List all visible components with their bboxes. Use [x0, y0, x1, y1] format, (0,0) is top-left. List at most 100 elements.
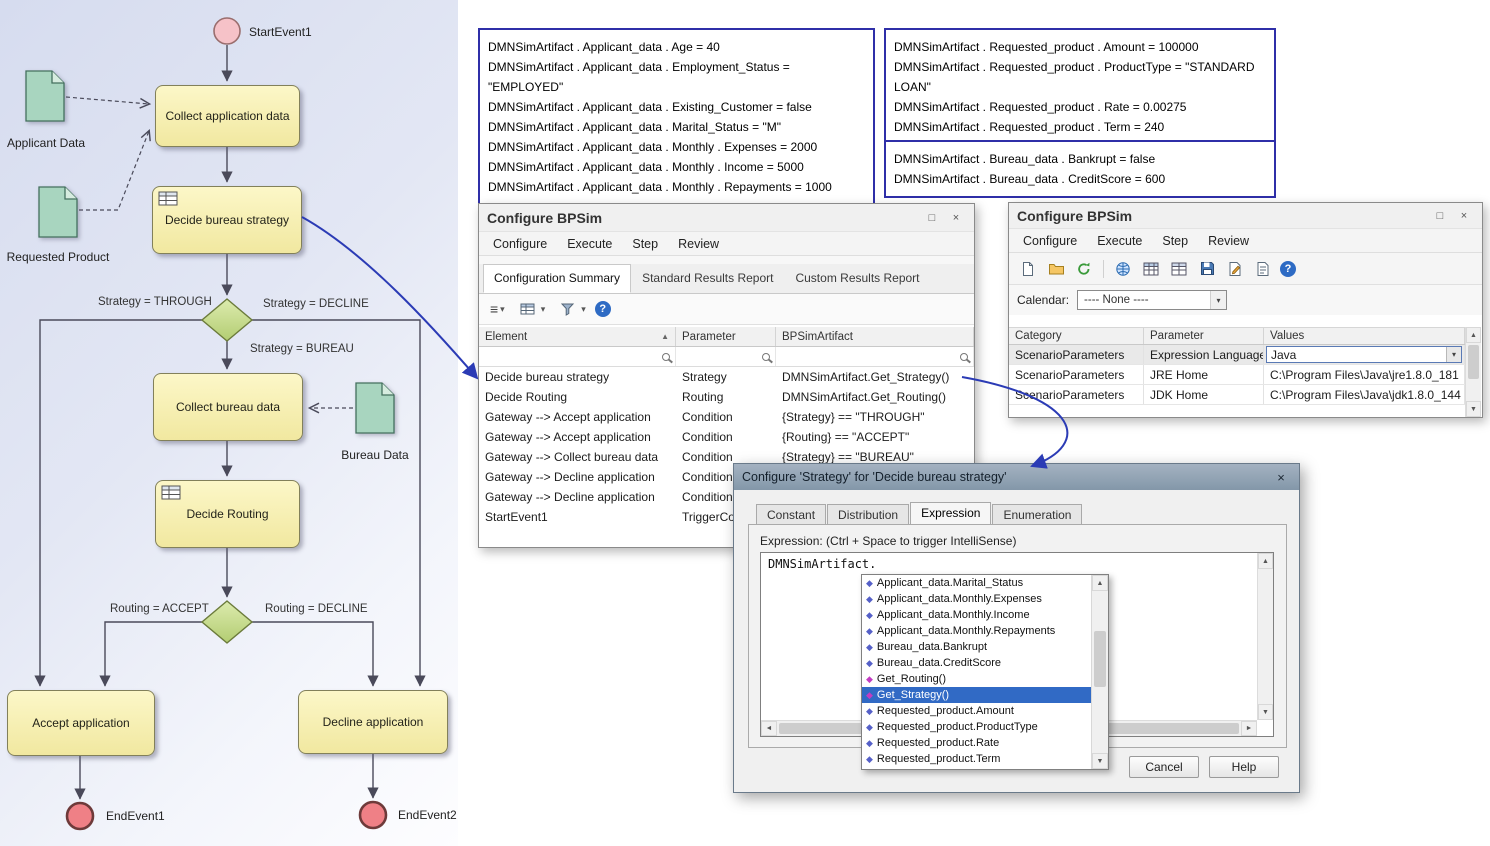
list-item[interactable]: ◆Applicant_data.Marital_Status: [862, 575, 1091, 591]
scroll-left-icon[interactable]: ◄: [761, 721, 777, 736]
filter-element[interactable]: [479, 347, 676, 366]
menu-configure[interactable]: Configure: [1013, 234, 1087, 248]
document-applicant-data[interactable]: [25, 70, 65, 127]
table-icon[interactable]: [1140, 258, 1162, 280]
menu-configure[interactable]: Configure: [483, 237, 557, 251]
export-grid-button[interactable]: ▾: [514, 296, 549, 322]
end-event-1[interactable]: [67, 803, 93, 829]
scroll-up-icon[interactable]: ▲: [1092, 575, 1108, 591]
list-options-button[interactable]: ≡ ▾: [487, 300, 508, 318]
scroll-down-icon[interactable]: ▼: [1092, 753, 1108, 769]
parameters-header: Category Parameter Values: [1009, 327, 1465, 345]
scroll-down-icon[interactable]: ▼: [1466, 401, 1481, 417]
cancel-button[interactable]: Cancel: [1129, 756, 1199, 778]
expression-language-select[interactable]: Java ▾: [1266, 346, 1462, 363]
filter-parameter[interactable]: [676, 347, 776, 366]
menu-review[interactable]: Review: [668, 237, 729, 251]
help-button[interactable]: Help: [1209, 756, 1279, 778]
scroll-right-icon[interactable]: ►: [1241, 721, 1257, 736]
close-icon[interactable]: ×: [1454, 210, 1474, 222]
edit-template-icon[interactable]: [1252, 258, 1274, 280]
edit-report-icon[interactable]: [1224, 258, 1246, 280]
requested-product-annotation: DMNSimArtifact . Requested_product . Amo…: [884, 28, 1276, 146]
task-collect-application-data[interactable]: Collect application data: [155, 85, 300, 147]
task-accept-application[interactable]: Accept application: [7, 690, 155, 756]
vertical-scrollbar[interactable]: ▲ ▼: [1465, 327, 1481, 417]
list-item[interactable]: ◆Bureau_data.Bankrupt: [862, 639, 1091, 655]
list-item[interactable]: ◆Applicant_data.Monthly.Repayments: [862, 623, 1091, 639]
table-row[interactable]: ScenarioParameters JRE Home C:\Program F…: [1009, 365, 1465, 385]
scrollbar-track[interactable]: [1092, 591, 1108, 753]
globe-icon[interactable]: [1112, 258, 1134, 280]
table-row[interactable]: ScenarioParameters Expression Language J…: [1009, 345, 1465, 365]
list-item[interactable]: ◆Requested_product.Rate: [862, 735, 1091, 751]
table-row[interactable]: Decide Routing Routing DMNSimArtifact.Ge…: [479, 387, 974, 407]
list-item[interactable]: ◆Requested_product.ProductType: [862, 719, 1091, 735]
tab-expression[interactable]: Expression: [910, 502, 991, 526]
list-item-selected[interactable]: ◆Get_Strategy(): [862, 687, 1091, 703]
document-requested-product[interactable]: [38, 186, 78, 243]
menu-execute[interactable]: Execute: [1087, 234, 1152, 248]
start-event[interactable]: [214, 18, 240, 44]
window-titlebar[interactable]: Configure BPSim □ ×: [1009, 203, 1482, 229]
close-icon[interactable]: ×: [1271, 470, 1291, 485]
scrollbar-track[interactable]: [1258, 569, 1273, 704]
window-titlebar[interactable]: Configure BPSim □ ×: [479, 204, 974, 232]
menu-step[interactable]: Step: [622, 237, 668, 251]
list-item[interactable]: ◆Applicant_data.Monthly.Income: [862, 607, 1091, 623]
document-bureau-data[interactable]: [355, 382, 395, 439]
list-item[interactable]: ◆Bureau_data.CreditScore: [862, 655, 1091, 671]
table-row[interactable]: Decide bureau strategy Strategy DMNSimAr…: [479, 367, 974, 387]
table-row[interactable]: Gateway --> Accept application Condition…: [479, 407, 974, 427]
filter-button[interactable]: ▾: [554, 296, 589, 322]
task-decide-routing[interactable]: Decide Routing: [155, 480, 300, 548]
tab-configuration-summary[interactable]: Configuration Summary: [483, 264, 631, 293]
end-event-2[interactable]: [360, 802, 386, 828]
task-decide-bureau-strategy[interactable]: Decide bureau strategy: [152, 186, 302, 254]
new-document-icon[interactable]: [1017, 258, 1039, 280]
dialog-titlebar[interactable]: Configure 'Strategy' for 'Decide bureau …: [734, 464, 1299, 490]
column-header-values[interactable]: Values: [1264, 328, 1465, 344]
scrollbar-thumb[interactable]: [1094, 631, 1106, 687]
list-item[interactable]: ◆Get_Routing(): [862, 671, 1091, 687]
filter-bpsimartifact[interactable]: [776, 347, 974, 366]
menu-step[interactable]: Step: [1152, 234, 1198, 248]
help-icon[interactable]: ?: [1280, 261, 1296, 277]
tab-standard-results-report[interactable]: Standard Results Report: [631, 264, 784, 293]
column-header-bpsimartifact[interactable]: BPSimArtifact: [776, 327, 974, 346]
menu-review[interactable]: Review: [1198, 234, 1259, 248]
column-header-parameter[interactable]: Parameter: [1144, 328, 1264, 344]
menu-execute[interactable]: Execute: [557, 237, 622, 251]
column-header-category[interactable]: Category: [1009, 328, 1144, 344]
cell-parameter: Routing: [676, 390, 776, 404]
column-header-element[interactable]: Element▲: [479, 327, 676, 346]
save-icon[interactable]: [1196, 258, 1218, 280]
list-item[interactable]: ◆Requested_product.Term: [862, 751, 1091, 767]
table-row[interactable]: ScenarioParameters JDK Home C:\Program F…: [1009, 385, 1465, 405]
refresh-icon[interactable]: [1073, 258, 1095, 280]
edge-label-strategy-decline: Strategy = DECLINE: [263, 298, 369, 310]
scrollbar-thumb[interactable]: [1468, 345, 1479, 379]
search-icon: [762, 353, 770, 361]
open-folder-icon[interactable]: [1045, 258, 1067, 280]
scroll-up-icon[interactable]: ▲: [1258, 553, 1273, 569]
maximize-icon[interactable]: □: [1430, 210, 1450, 222]
scroll-up-icon[interactable]: ▲: [1466, 327, 1481, 343]
column-header-parameter[interactable]: Parameter: [676, 327, 776, 346]
close-icon[interactable]: ×: [946, 212, 966, 224]
table-row[interactable]: Gateway --> Accept application Condition…: [479, 427, 974, 447]
list-item[interactable]: ◆Applicant_data.Monthly.Expenses: [862, 591, 1091, 607]
scroll-down-icon[interactable]: ▼: [1258, 704, 1273, 720]
chevron-down-icon: ▾: [1210, 291, 1226, 309]
task-collect-bureau-data[interactable]: Collect bureau data: [153, 373, 303, 441]
number-table-icon[interactable]: [1168, 258, 1190, 280]
calendar-select[interactable]: ---- None ---- ▾: [1077, 290, 1227, 310]
maximize-icon[interactable]: □: [922, 212, 942, 224]
list-item[interactable]: ◆Requested_product.Amount: [862, 703, 1091, 719]
editor-vertical-scrollbar[interactable]: ▲ ▼: [1257, 553, 1273, 720]
help-icon[interactable]: ?: [595, 301, 611, 317]
task-decline-application[interactable]: Decline application: [298, 690, 448, 754]
tab-custom-results-report[interactable]: Custom Results Report: [784, 264, 930, 293]
intellisense-scrollbar[interactable]: ▲ ▼: [1091, 575, 1108, 769]
gateway-routing[interactable]: [202, 601, 252, 643]
